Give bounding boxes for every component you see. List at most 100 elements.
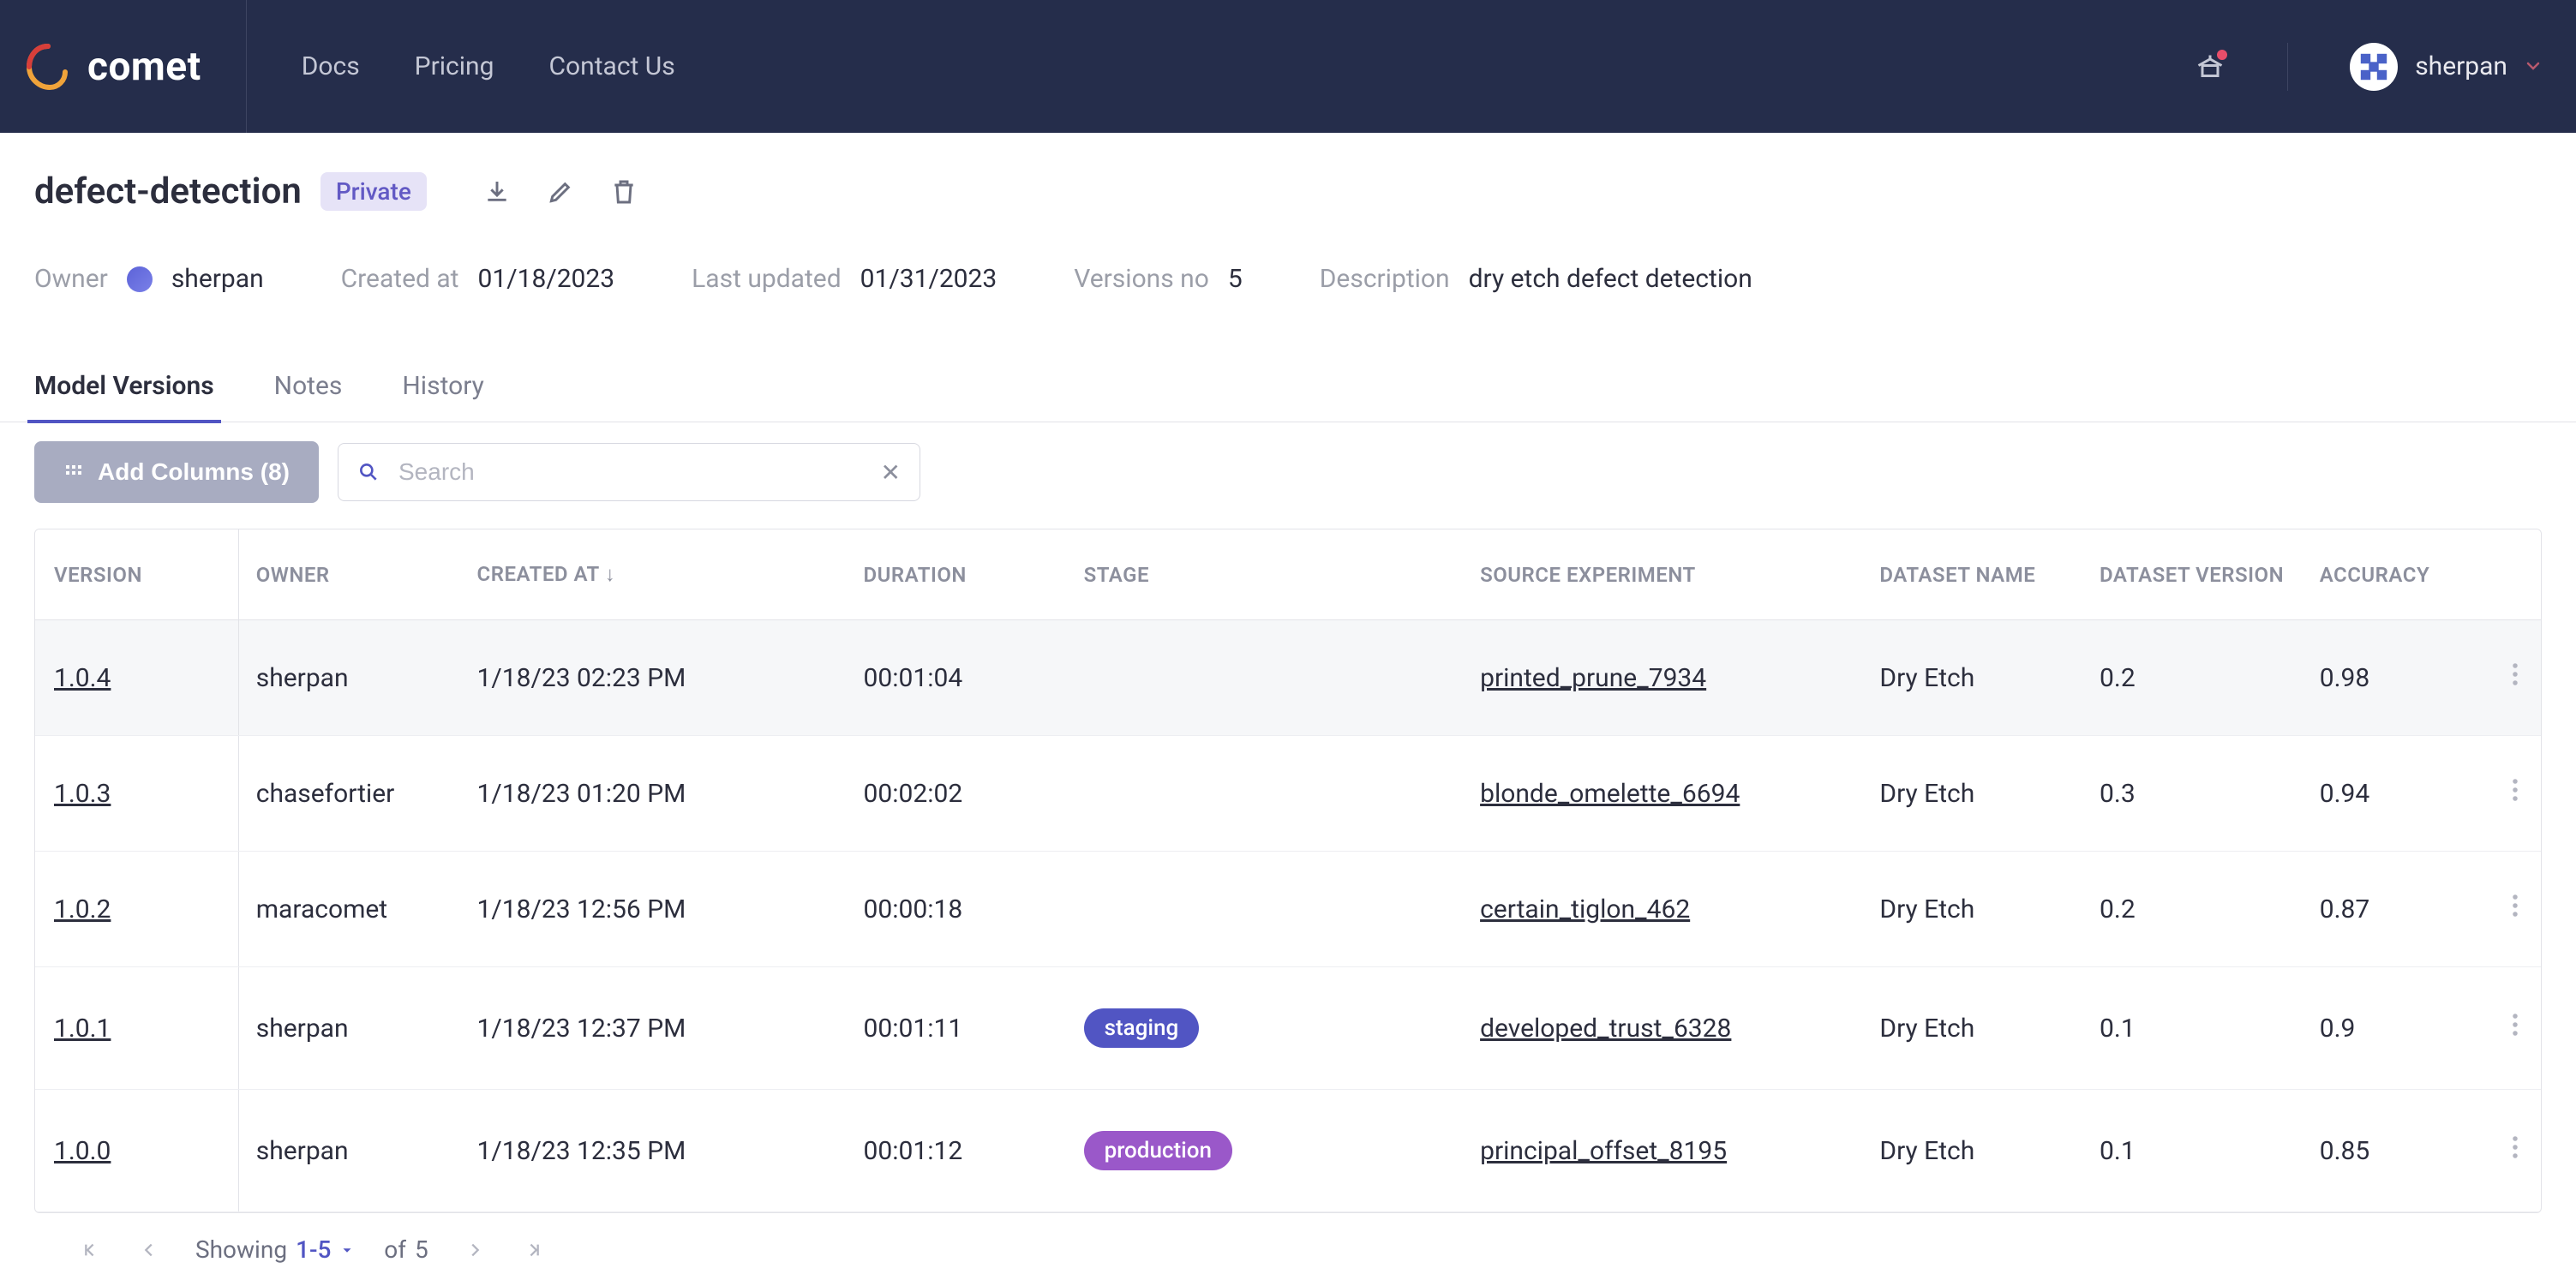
pg-total: 5	[415, 1235, 428, 1264]
version-link[interactable]: 1.0.2	[54, 894, 111, 924]
cell-accuracy: 0.9	[2303, 967, 2490, 1090]
col-version[interactable]: VERSION	[35, 529, 238, 620]
row-menu-icon[interactable]	[2489, 1090, 2541, 1212]
col-dataset[interactable]: DATASET NAME	[1862, 529, 2082, 620]
nav-link-contact[interactable]: Contact Us	[548, 51, 674, 81]
cell-stage: production	[1067, 1090, 1464, 1212]
col-accuracy[interactable]: ACCURACY	[2303, 529, 2490, 620]
cell-owner: maracomet	[238, 852, 459, 967]
cell-stage	[1067, 736, 1464, 852]
cell-dataset: Dry Etch	[1862, 1090, 2082, 1212]
cell-owner: sherpan	[238, 620, 459, 736]
nav-link-pricing[interactable]: Pricing	[415, 51, 494, 81]
nav-link-docs[interactable]: Docs	[302, 51, 360, 81]
experiment-link[interactable]: printed_prune_7934	[1480, 663, 1706, 693]
cell-dataset: Dry Etch	[1862, 620, 2082, 736]
cell-accuracy: 0.94	[2303, 736, 2490, 852]
table-row[interactable]: 1.0.2maracomet1/18/23 12:56 PM00:00:18ce…	[35, 852, 2541, 967]
trash-icon[interactable]	[610, 178, 638, 206]
version-link[interactable]: 1.0.4	[54, 663, 111, 693]
col-experiment[interactable]: SOURCE EXPERIMENT	[1463, 529, 1862, 620]
download-icon[interactable]	[483, 178, 511, 206]
row-menu-icon[interactable]	[2489, 620, 2541, 736]
cell-dataset: Dry Etch	[1862, 736, 2082, 852]
row-menu-icon[interactable]	[2489, 967, 2541, 1090]
meta-value: 01/31/2023	[860, 264, 997, 294]
avatar	[2350, 43, 2398, 91]
title-row: defect-detection Private	[34, 170, 2542, 212]
cell-owner: sherpan	[238, 967, 459, 1090]
cell-dataset: Dry Etch	[1862, 852, 2082, 967]
col-dsver[interactable]: DATASET VERSION	[2082, 529, 2303, 620]
page-header: defect-detection Private Owner sherpan C…	[0, 133, 2576, 302]
cell-version: 1.0.3	[35, 736, 238, 852]
cell-duration: 00:02:02	[846, 736, 1066, 852]
cell-version: 1.0.4	[35, 620, 238, 736]
pg-of: of	[384, 1235, 406, 1264]
cell-owner: sherpan	[238, 1090, 459, 1212]
user-menu[interactable]: sherpan	[2350, 43, 2542, 91]
experiment-link[interactable]: principal_offset_8195	[1480, 1136, 1727, 1166]
cell-version: 1.0.2	[35, 852, 238, 967]
cell-dsver: 0.2	[2082, 852, 2303, 967]
meta-label: Last updated	[692, 264, 841, 294]
col-owner[interactable]: OWNER	[238, 529, 459, 620]
row-menu-icon[interactable]	[2489, 852, 2541, 967]
pg-range[interactable]: 1-5	[296, 1235, 331, 1264]
cell-experiment: certain_tiglon_462	[1463, 852, 1862, 967]
page-last-icon[interactable]	[521, 1236, 548, 1264]
cell-dataset: Dry Etch	[1862, 967, 2082, 1090]
cell-dsver: 0.2	[2082, 620, 2303, 736]
cell-experiment: principal_offset_8195	[1463, 1090, 1862, 1212]
col-created[interactable]: CREATED AT↓	[460, 529, 847, 620]
col-stage[interactable]: STAGE	[1067, 529, 1464, 620]
meta-label: Description	[1320, 264, 1450, 294]
col-actions	[2489, 529, 2541, 620]
table-row[interactable]: 1.0.1sherpan1/18/23 12:37 PM00:01:11stag…	[35, 967, 2541, 1090]
page-first-icon[interactable]	[75, 1236, 103, 1264]
cell-created: 1/18/23 02:23 PM	[460, 620, 847, 736]
clear-icon[interactable]: ✕	[881, 458, 901, 487]
table-row[interactable]: 1.0.3chasefortier1/18/23 01:20 PM00:02:0…	[35, 736, 2541, 852]
divider	[2287, 43, 2288, 91]
page-next-icon[interactable]	[461, 1236, 488, 1264]
cell-duration: 00:00:18	[846, 852, 1066, 967]
cell-stage: staging	[1067, 967, 1464, 1090]
table-row[interactable]: 1.0.4sherpan1/18/23 02:23 PM00:01:04prin…	[35, 620, 2541, 736]
title-actions	[483, 178, 638, 206]
versions-table: VERSION OWNER CREATED AT↓ DURATION STAGE…	[34, 529, 2542, 1213]
add-columns-button[interactable]: Add Columns (8)	[34, 441, 319, 503]
nav-right: sherpan	[2195, 43, 2542, 91]
tab-history[interactable]: History	[402, 371, 483, 422]
stage-pill: production	[1084, 1131, 1232, 1170]
table-row[interactable]: 1.0.0sherpan1/18/23 12:35 PM00:01:12prod…	[35, 1090, 2541, 1212]
pg-range-chevron-icon[interactable]	[339, 1235, 355, 1264]
columns-icon	[63, 462, 84, 482]
version-link[interactable]: 1.0.3	[54, 779, 111, 809]
tab-model-versions[interactable]: Model Versions	[34, 371, 214, 422]
search-input[interactable]	[398, 458, 862, 486]
cell-experiment: printed_prune_7934	[1463, 620, 1862, 736]
experiment-link[interactable]: blonde_omelette_6694	[1480, 779, 1740, 809]
logo[interactable]: comet	[0, 0, 247, 133]
version-link[interactable]: 1.0.0	[54, 1136, 111, 1166]
tab-notes[interactable]: Notes	[274, 371, 343, 422]
meta-label: Versions no	[1074, 264, 1209, 294]
meta-versions: Versions no 5	[1074, 264, 1242, 294]
experiment-link[interactable]: certain_tiglon_462	[1480, 894, 1690, 924]
col-duration[interactable]: DURATION	[846, 529, 1066, 620]
cell-experiment: developed_trust_6328	[1463, 967, 1862, 1090]
version-link[interactable]: 1.0.1	[54, 1014, 111, 1044]
edit-icon[interactable]	[547, 178, 574, 206]
cell-stage	[1067, 620, 1464, 736]
cell-accuracy: 0.87	[2303, 852, 2490, 967]
experiment-link[interactable]: developed_trust_6328	[1480, 1014, 1731, 1044]
logo-icon	[24, 43, 72, 91]
search-box[interactable]: ✕	[338, 443, 920, 501]
notifications-icon[interactable]	[2195, 51, 2226, 82]
add-columns-label: Add Columns (8)	[98, 458, 290, 486]
row-menu-icon[interactable]	[2489, 736, 2541, 852]
sort-desc-icon: ↓	[605, 562, 616, 586]
page-prev-icon[interactable]	[135, 1236, 163, 1264]
cell-owner: chasefortier	[238, 736, 459, 852]
